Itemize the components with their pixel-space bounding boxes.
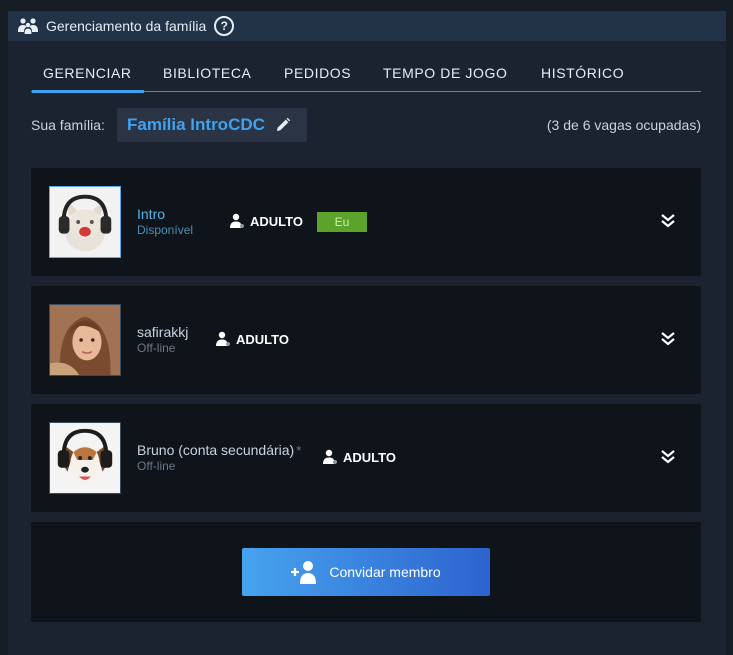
role-badge: ADULTO xyxy=(230,213,303,229)
dog-headphones-avatar xyxy=(50,423,120,493)
secondary-account-marker: * xyxy=(296,443,302,458)
person-icon xyxy=(323,449,337,464)
role-badge: ADULTO xyxy=(216,331,289,347)
member-card: safirakkj Off-line ADULTO xyxy=(31,286,701,394)
person-icon xyxy=(230,213,244,228)
member-name[interactable]: Bruno (conta secundária) * xyxy=(137,442,301,458)
tab-pedidos[interactable]: PEDIDOS xyxy=(284,65,351,91)
family-panel: GERENCIAR BIBLIOTECA PEDIDOS TEMPO DE JO… xyxy=(8,41,726,655)
chevron-double-down-icon[interactable] xyxy=(660,331,676,347)
role-label: ADULTO xyxy=(343,449,396,465)
add-user-icon xyxy=(291,561,317,584)
family-label: Sua família: xyxy=(31,117,105,133)
tab-gerenciar[interactable]: GERENCIAR xyxy=(32,65,144,93)
invite-member-button[interactable]: Convidar membro xyxy=(242,548,490,596)
avatar[interactable] xyxy=(49,186,121,258)
cat-headphones-avatar xyxy=(50,187,120,257)
member-status: Disponível xyxy=(137,223,194,237)
member-card: Intro Disponível ADULTO Eu xyxy=(31,168,701,276)
family-name-button[interactable]: Família IntroCDC xyxy=(117,108,307,142)
role-label: ADULTO xyxy=(236,331,289,347)
avatar[interactable] xyxy=(49,422,121,494)
invite-section: Convidar membro xyxy=(31,522,701,622)
person-photo-avatar xyxy=(50,305,120,375)
role-badge: ADULTO xyxy=(323,449,396,465)
member-card: Bruno (conta secundária) * Off-line ADULT… xyxy=(31,404,701,512)
tab-historico[interactable]: HISTÓRICO xyxy=(541,65,624,91)
self-badge: Eu xyxy=(317,212,367,232)
tab-bar: GERENCIAR BIBLIOTECA PEDIDOS TEMPO DE JO… xyxy=(31,65,701,93)
pencil-icon xyxy=(276,117,291,131)
member-name[interactable]: safirakkj xyxy=(137,324,188,340)
family-row: Sua família: Família IntroCDC (3 de 6 va… xyxy=(31,108,701,142)
member-status: Off-line xyxy=(137,341,176,355)
invite-member-label: Convidar membro xyxy=(329,564,441,580)
page-title: Gerenciamento da família xyxy=(46,18,207,34)
slots-count: (3 de 6 vagas ocupadas) xyxy=(546,117,701,133)
help-icon[interactable]: ? xyxy=(214,16,235,36)
member-status: Off-line xyxy=(137,459,176,473)
header-bar: Gerenciamento da família ? xyxy=(8,11,726,41)
family-icon xyxy=(18,18,38,34)
tab-tempo-de-jogo[interactable]: TEMPO DE JOGO xyxy=(383,65,507,91)
tab-biblioteca[interactable]: BIBLIOTECA xyxy=(163,65,251,91)
family-name: Família IntroCDC xyxy=(127,115,265,134)
person-icon xyxy=(216,331,230,346)
chevron-double-down-icon[interactable] xyxy=(660,449,676,465)
avatar[interactable] xyxy=(49,304,121,376)
member-name[interactable]: Intro xyxy=(137,206,165,222)
role-label: ADULTO xyxy=(250,213,303,229)
chevron-double-down-icon[interactable] xyxy=(660,213,676,229)
